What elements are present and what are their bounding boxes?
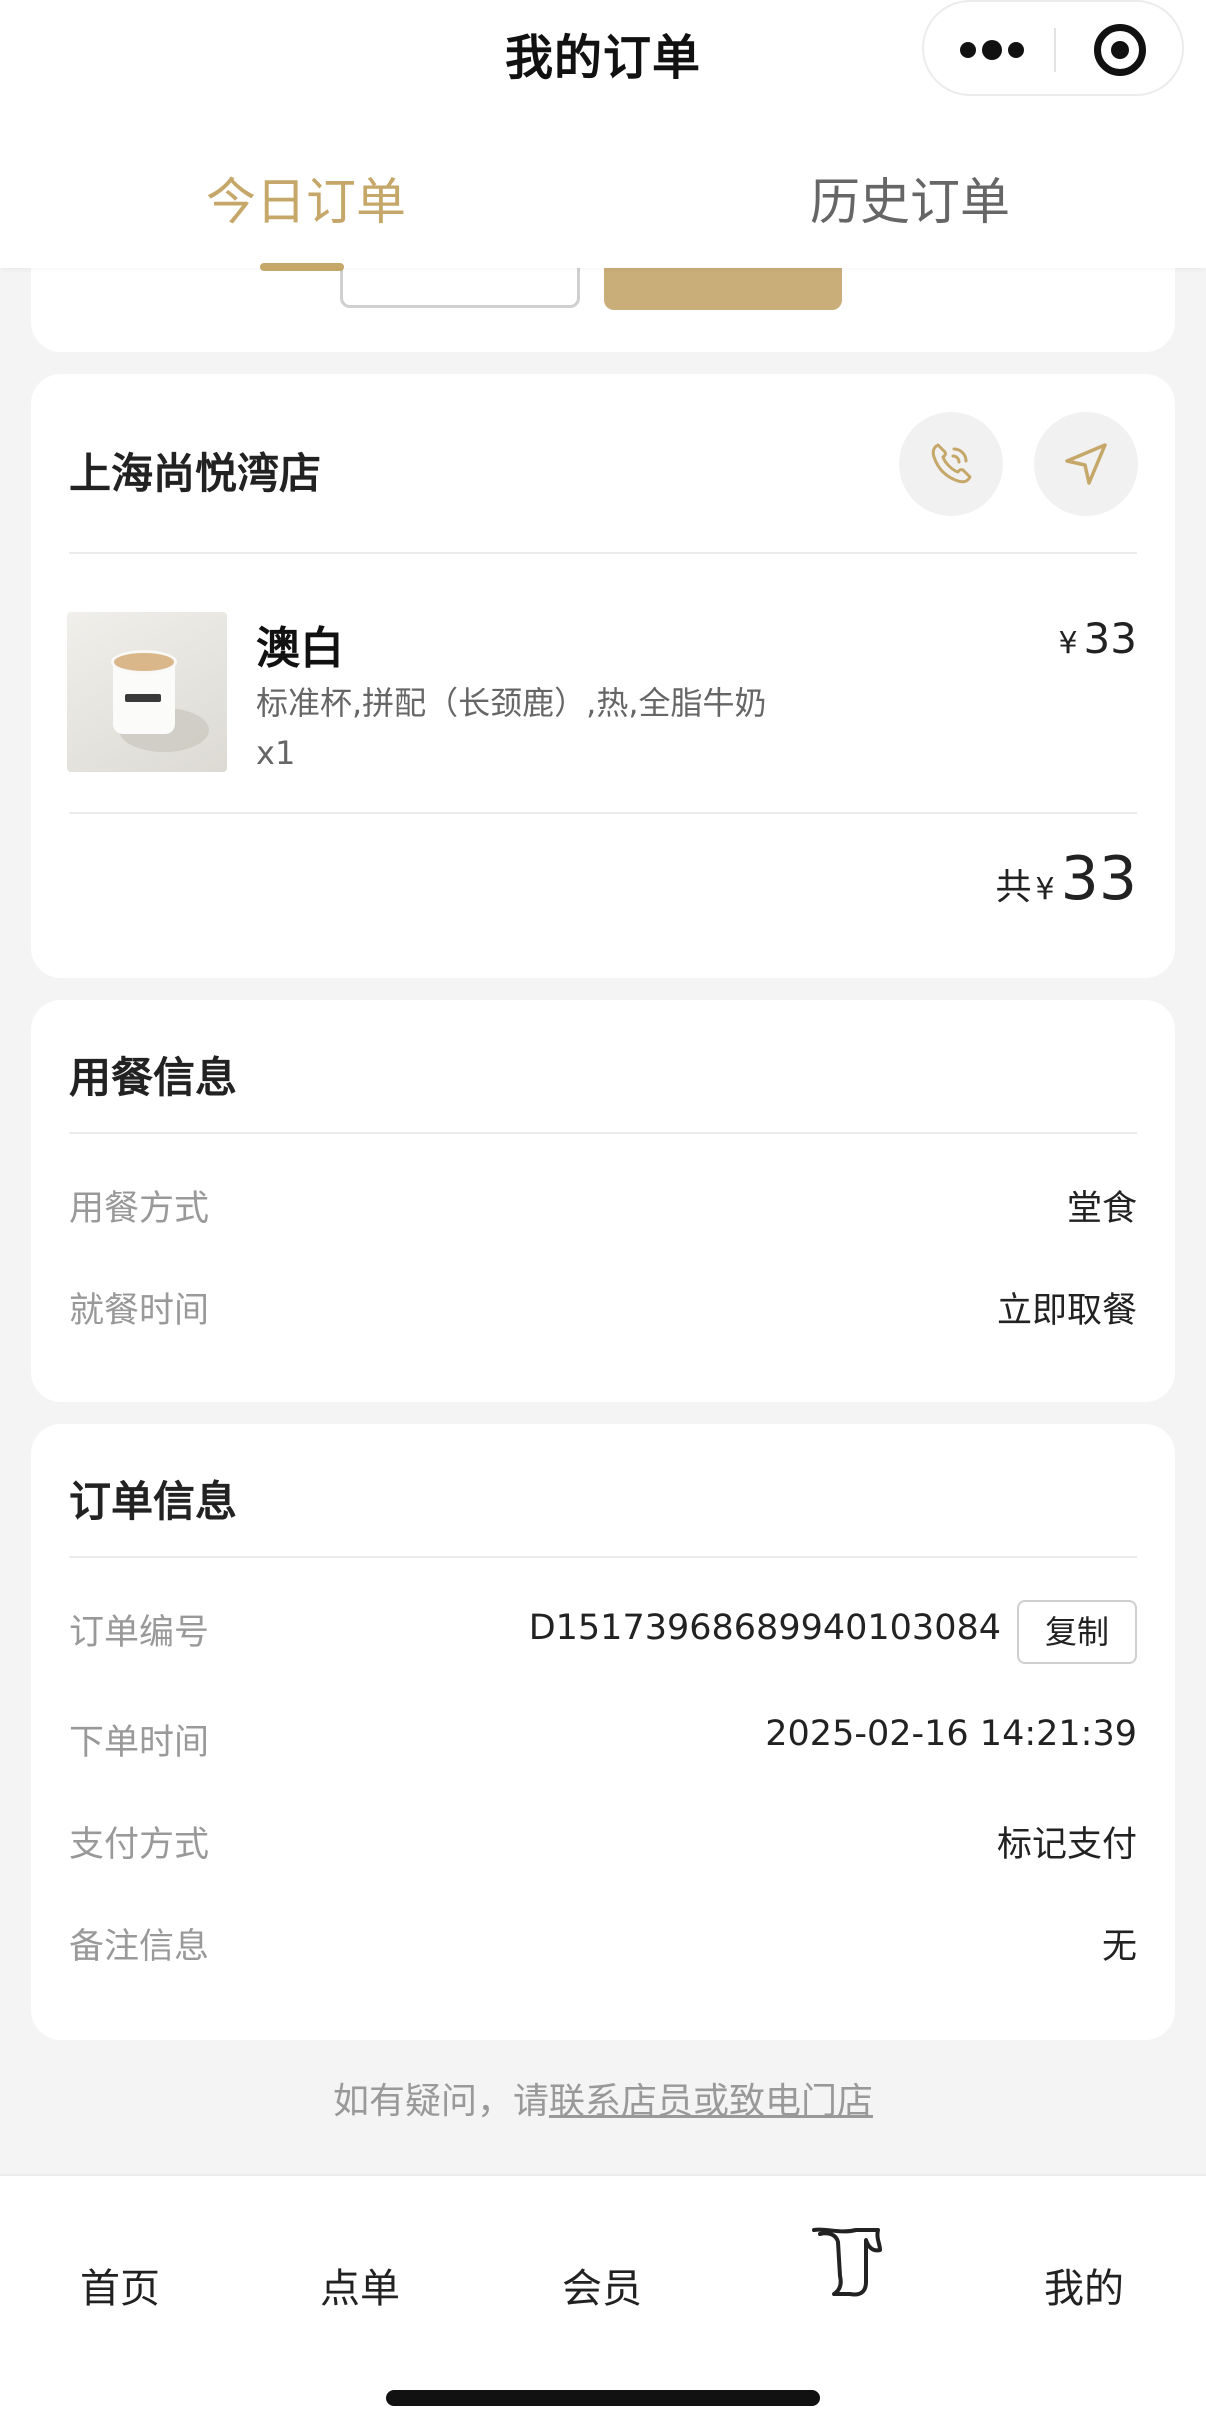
store-card: 上海尚悦湾店 澳白 标准杯,拼配（长颈鹿）,热,全脂牛奶 x1 ¥33 共 ¥33 [31, 374, 1175, 978]
total-currency: ¥ [1035, 872, 1055, 907]
divider [69, 1132, 1137, 1134]
product-image [67, 612, 227, 772]
help-text: 如有疑问，请联系店员或致电门店 [0, 2072, 1206, 2124]
order-time-value: 2025-02-16 14:21:39 [765, 1714, 1137, 1754]
total-label: 共 [995, 867, 1032, 908]
order-page: 我的订单 今日订单 历史订单 上海尚悦湾店 澳白 标准杯,拼配（长颈鹿）,热,全… [0, 0, 1206, 2435]
tab-history[interactable]: 历史订单 [810, 162, 1010, 234]
dining-method-label: 用餐方式 [69, 1189, 210, 1229]
more-icon[interactable] [924, 2, 1054, 98]
order-number-label: 订单编号 [69, 1613, 210, 1653]
home-indicator [386, 2390, 820, 2406]
dining-time-value: 立即取餐 [996, 1291, 1137, 1331]
divider [69, 552, 1137, 554]
order-tabs: 今日订单 历史订单 [0, 110, 1206, 268]
total-amount: 33 [1060, 844, 1137, 914]
navigate-store-button[interactable] [1034, 412, 1138, 516]
payment-method-value: 标记支付 [996, 1825, 1137, 1865]
product-price: ¥33 [1058, 614, 1137, 663]
nav-bar: 我的订单 [0, 0, 1206, 110]
tab-indicator [260, 263, 344, 271]
order-number-value: D15173968689940103084 [528, 1608, 1001, 1648]
tab-today[interactable]: 今日订单 [206, 162, 406, 234]
help-prefix: 如有疑问，请 [332, 2081, 549, 2122]
order-total: 共 ¥33 [996, 844, 1137, 914]
tabbar-home[interactable]: 首页 [80, 2256, 160, 2314]
product-qty: x1 [256, 734, 296, 772]
close-target-icon[interactable] [1056, 2, 1184, 98]
payment-method-label: 支付方式 [69, 1825, 210, 1865]
copy-button[interactable]: 复制 [1017, 1600, 1137, 1664]
call-store-button[interactable] [899, 412, 1003, 516]
receipt-scroll-icon [812, 2227, 882, 2297]
dining-info-card: 用餐信息 用餐方式 堂食 就餐时间 立即取餐 [31, 1000, 1175, 1402]
remark-label: 备注信息 [69, 1927, 210, 1967]
navigate-icon [1065, 443, 1107, 485]
contact-store-link[interactable]: 联系店员或致电门店 [549, 2081, 873, 2122]
order-info-title: 订单信息 [69, 1477, 238, 1526]
phone-icon [931, 443, 972, 484]
store-name: 上海尚悦湾店 [69, 449, 322, 498]
dining-time-label: 就餐时间 [69, 1291, 210, 1331]
tabbar-mine[interactable]: 我的 [1044, 2256, 1124, 2314]
tabbar-orders[interactable] [806, 2224, 886, 2302]
product-spec: 标准杯,拼配（长颈鹿）,热,全脂牛奶 [256, 684, 767, 722]
divider [69, 812, 1137, 814]
tabbar-order[interactable]: 点单 [320, 2256, 400, 2314]
remark-value: 无 [1101, 1927, 1137, 1967]
product-name: 澳白 [256, 623, 344, 674]
dining-info-title: 用餐信息 [69, 1053, 238, 1102]
mini-program-capsule [922, 0, 1184, 96]
order-info-card: 订单信息 订单编号 D15173968689940103084 复制 下单时间 … [31, 1424, 1175, 2040]
tabbar-member[interactable]: 会员 [562, 2256, 642, 2314]
order-time-label: 下单时间 [69, 1723, 210, 1763]
divider [69, 1556, 1137, 1558]
dining-method-value: 堂食 [1066, 1189, 1137, 1229]
